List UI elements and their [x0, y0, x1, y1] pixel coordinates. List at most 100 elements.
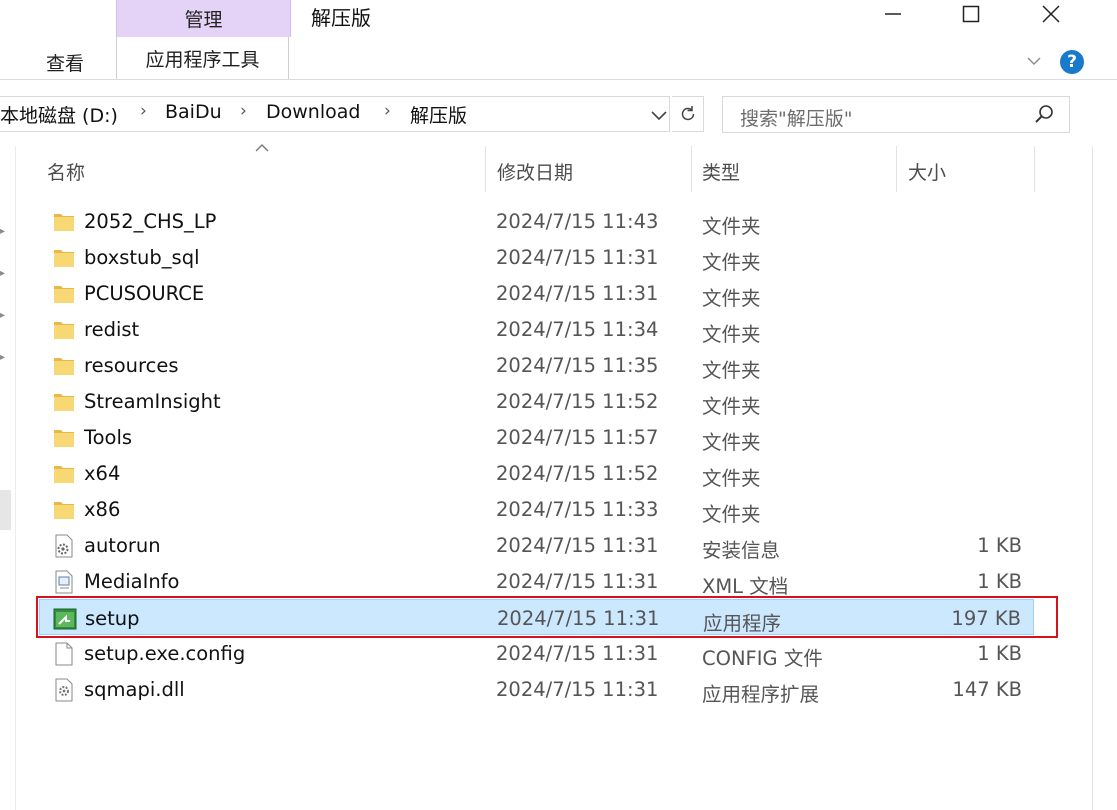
column-divider[interactable]: [485, 146, 486, 192]
file-date: 2024/7/15 11:31: [496, 678, 659, 701]
address-history-button[interactable]: [648, 103, 670, 127]
breadcrumb-separator[interactable]: ›: [240, 101, 247, 121]
folder-icon: [51, 281, 77, 307]
file-row[interactable]: PCUSOURCE 2024/7/15 11:31 文件夹: [39, 275, 1034, 311]
file-row[interactable]: x64 2024/7/15 11:52 文件夹: [39, 455, 1034, 491]
help-icon[interactable]: ?: [1060, 50, 1084, 74]
file-name: autorun: [84, 534, 161, 557]
file-row[interactable]: StreamInsight 2024/7/15 11:52 文件夹: [39, 383, 1034, 419]
file-date: 2024/7/15 11:31: [496, 282, 659, 305]
breadcrumb-download[interactable]: Download: [266, 101, 360, 123]
file-row[interactable]: resources 2024/7/15 11:35 文件夹: [39, 347, 1034, 383]
breadcrumb-baidu[interactable]: BaiDu: [165, 101, 222, 123]
tab-application-tools[interactable]: 应用程序工具: [116, 37, 289, 79]
column-header-name[interactable]: 名称: [47, 158, 85, 185]
nav-expand-arrow-icon[interactable]: ▸: [0, 226, 8, 238]
column-header-date[interactable]: 修改日期: [497, 158, 573, 185]
sort-ascending-icon: [254, 140, 270, 154]
file-name: x86: [84, 498, 121, 521]
file-type: 文件夹: [702, 215, 761, 238]
xml-document-icon: [51, 569, 77, 595]
file-type: XML 文档: [702, 575, 789, 598]
close-button[interactable]: [1028, 0, 1074, 28]
breadcrumb-drive[interactable]: 本地磁盘 (D:): [0, 101, 118, 128]
file-type: 文件夹: [702, 287, 761, 310]
file-date: 2024/7/15 11:31: [496, 534, 659, 557]
column-header-type[interactable]: 类型: [702, 158, 740, 185]
file-name: 2052_CHS_LP: [84, 210, 217, 233]
file-type: 文件夹: [702, 431, 761, 454]
file-date: 2024/7/15 11:31: [496, 642, 659, 665]
nav-expand-arrow-icon[interactable]: ▸: [0, 268, 8, 280]
folder-icon: [51, 317, 77, 343]
close-icon: [1042, 5, 1060, 23]
file-date: 2024/7/15 11:31: [496, 570, 659, 593]
folder-icon: [51, 209, 77, 235]
refresh-button[interactable]: [672, 96, 704, 132]
file-name: redist: [84, 318, 140, 341]
refresh-icon: [681, 106, 694, 121]
file-row[interactable]: Tools 2024/7/15 11:57 文件夹: [39, 419, 1034, 455]
file-name: resources: [84, 354, 179, 377]
folder-icon: [51, 425, 77, 451]
file-row[interactable]: sqmapi.dll 2024/7/15 11:31 应用程序扩展 147 KB: [39, 671, 1034, 707]
file-name: sqmapi.dll: [84, 678, 185, 701]
dll-file-icon: [51, 677, 77, 703]
file-type: 安装信息: [702, 539, 781, 562]
folder-icon: [51, 497, 77, 523]
minimize-icon: [885, 13, 901, 15]
window-title: 解压版: [311, 6, 371, 30]
file-row[interactable]: x86 2024/7/15 11:33 文件夹: [39, 491, 1034, 527]
setup-info-icon: [51, 533, 77, 559]
file-name: PCUSOURCE: [84, 282, 205, 305]
file-row[interactable]: boxstub_sql 2024/7/15 11:31 文件夹: [39, 239, 1034, 275]
column-divider[interactable]: [691, 146, 692, 192]
file-type: 文件夹: [702, 395, 761, 418]
file-date: 2024/7/15 11:33: [496, 498, 659, 521]
nav-expand-arrow-icon[interactable]: ▸: [0, 352, 8, 364]
breadcrumb-separator[interactable]: ›: [384, 101, 391, 121]
file-row[interactable]: redist 2024/7/15 11:34 文件夹: [39, 311, 1034, 347]
navigation-pane-divider[interactable]: [15, 146, 16, 810]
file-type: 文件夹: [702, 323, 761, 346]
file-date: 2024/7/15 11:31: [496, 246, 659, 269]
file-date: 2024/7/15 11:57: [496, 426, 659, 449]
folder-icon: [51, 461, 77, 487]
maximize-button[interactable]: [948, 0, 994, 28]
folder-icon: [51, 353, 77, 379]
search-icon[interactable]: [1033, 103, 1055, 125]
file-row[interactable]: 2052_CHS_LP 2024/7/15 11:43 文件夹: [39, 203, 1034, 239]
file-type: 文件夹: [702, 251, 761, 274]
file-name: MediaInfo: [84, 570, 180, 593]
navigation-pane-scrollbar[interactable]: [0, 490, 11, 530]
file-name: StreamInsight: [84, 390, 221, 413]
file-date: 2024/7/15 11:35: [496, 354, 659, 377]
file-date: 2024/7/15 11:52: [496, 390, 659, 413]
file-type: 应用程序扩展: [702, 683, 820, 706]
file-type: 文件夹: [702, 503, 761, 526]
file-list-scrollbar-track[interactable]: [1092, 146, 1093, 810]
file-type: 文件夹: [702, 467, 761, 490]
file-date: 2024/7/15 11:43: [496, 210, 659, 233]
nav-expand-arrow-icon[interactable]: ▸: [0, 310, 8, 322]
chevron-down-icon: [1027, 57, 1041, 65]
file-row[interactable]: autorun 2024/7/15 11:31 安装信息 1 KB: [39, 527, 1034, 563]
annotation-highlight-box: [36, 596, 1058, 638]
tab-manage-contextual[interactable]: 管理: [116, 0, 291, 37]
file-type: CONFIG 文件: [702, 647, 823, 670]
blank-file-icon: [51, 641, 77, 667]
file-name: setup.exe.config: [84, 642, 246, 665]
expand-ribbon-button[interactable]: [1024, 50, 1044, 72]
tab-view[interactable]: 查看: [46, 49, 84, 76]
column-divider[interactable]: [896, 146, 897, 192]
column-divider[interactable]: [1034, 146, 1035, 192]
folder-icon: [51, 389, 77, 415]
file-size: 1 KB: [977, 642, 1022, 665]
file-row[interactable]: MediaInfo 2024/7/15 11:31 XML 文档 1 KB: [39, 563, 1034, 599]
file-size: 147 KB: [952, 678, 1022, 701]
breadcrumb-separator[interactable]: ›: [140, 101, 147, 121]
minimize-button[interactable]: [870, 0, 916, 28]
file-row[interactable]: setup.exe.config 2024/7/15 11:31 CONFIG 文件…: [39, 635, 1034, 671]
breadcrumb-current[interactable]: 解压版: [410, 101, 467, 128]
column-header-size[interactable]: 大小: [908, 158, 946, 185]
